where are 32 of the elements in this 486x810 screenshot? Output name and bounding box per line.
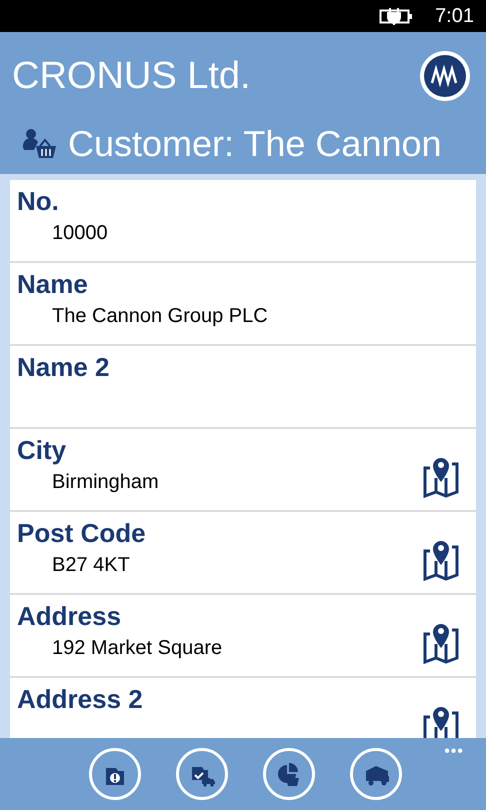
field-row[interactable]: Name The Cannon Group PLC (10, 263, 476, 346)
field-label: Post Code (17, 517, 146, 550)
field-row[interactable]: Name 2 (10, 346, 476, 429)
field-value: 192 Market Square (51, 636, 222, 661)
app-title: CRONUS Ltd. (12, 54, 251, 98)
field-label: Name 2 (17, 351, 110, 384)
field-row[interactable]: Address 192 Market Square (10, 595, 476, 678)
map-pin-icon[interactable] (422, 704, 460, 738)
field-value: B27 4KT (51, 553, 131, 578)
page-subtitle: Customer: The Cannon (68, 122, 442, 166)
field-label: Name (17, 268, 89, 301)
field-label: Address 2 (17, 683, 143, 716)
field-value: 10000 (51, 221, 108, 246)
app-bar-button[interactable] (350, 748, 402, 800)
clock-time: 7:01 (435, 4, 474, 29)
field-value: The Cannon Group PLC (51, 304, 268, 329)
field-row[interactable]: No. 10000 (10, 180, 476, 263)
field-value: Birmingham (51, 470, 159, 495)
company-logo-icon (418, 49, 472, 103)
map-pin-icon[interactable] (422, 538, 460, 580)
app-bar-button[interactable] (263, 748, 315, 800)
field-row[interactable]: City Birmingham (10, 429, 476, 512)
field-label: No. (17, 185, 60, 218)
app-bar-button[interactable] (89, 748, 141, 800)
field-label: Address (17, 600, 122, 633)
customer-basket-icon (22, 128, 58, 160)
map-pin-icon[interactable] (422, 456, 460, 498)
map-pin-icon[interactable] (422, 622, 460, 664)
field-label: City (17, 434, 68, 467)
field-row[interactable]: Post Code B27 4KT (10, 512, 476, 595)
battery-charging-icon (379, 7, 414, 25)
app-bar-button[interactable] (176, 748, 228, 800)
